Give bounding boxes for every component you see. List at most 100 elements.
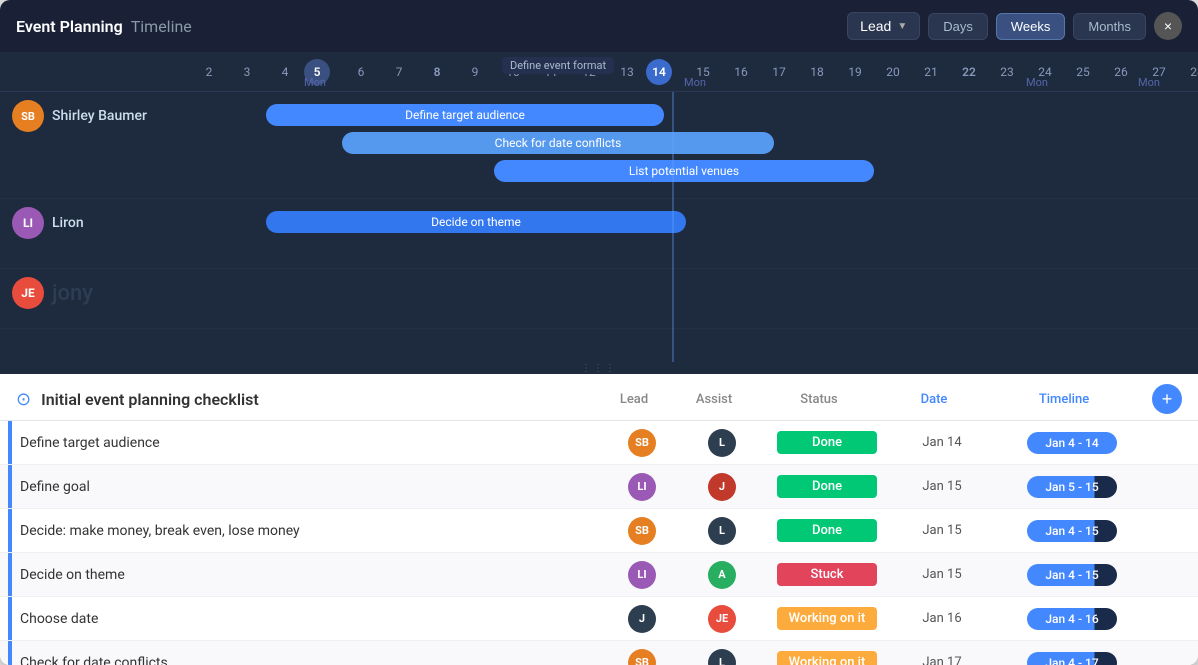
status-badge: Working on it: [777, 651, 878, 665]
lead-avatar[interactable]: SB: [628, 649, 656, 665]
task-timeline-cell[interactable]: Jan 4 - 17: [992, 652, 1152, 665]
task-name: Decide: make money, break even, lose mon…: [20, 523, 602, 539]
timeline-chip: Jan 4 - 15: [1027, 520, 1117, 542]
lead-avatar[interactable]: J: [628, 605, 656, 633]
bar-list-venues[interactable]: List potential venues: [494, 160, 874, 182]
assist-avatar[interactable]: L: [708, 429, 736, 457]
mon-label-3: Mon: [1026, 76, 1048, 89]
row-indent: [8, 553, 12, 596]
col-header-date: Date: [884, 392, 984, 407]
table-row[interactable]: Choose dateJJEWorking on itJan 16Jan 4 -…: [0, 597, 1198, 641]
person-row-liron: LI Liron Decide on theme: [0, 199, 1198, 269]
table-row[interactable]: Check for date conflicts SB L Working on it…: [0, 641, 1198, 665]
date-17: 17: [760, 65, 798, 79]
bar-decide-theme[interactable]: Decide on theme: [266, 211, 686, 233]
task-timeline-cell[interactable]: Jan 4 - 15: [992, 520, 1152, 542]
mon-label-1: Mon: [304, 76, 326, 89]
task-assist-cell: L: [682, 649, 762, 665]
task-timeline-cell[interactable]: Jan 4 - 16: [992, 608, 1152, 630]
drag-handle[interactable]: ⋮⋮⋮: [0, 362, 1198, 374]
task-lead-cell: LI: [602, 473, 682, 501]
lead-avatar[interactable]: SB: [628, 429, 656, 457]
task-status-cell[interactable]: Done: [762, 519, 892, 542]
task-status-cell[interactable]: Done: [762, 475, 892, 498]
lead-dropdown[interactable]: Lead ▼: [847, 12, 920, 40]
assist-avatar[interactable]: L: [708, 649, 736, 665]
task-assist-cell: L: [682, 429, 762, 457]
task-lead-cell: SB: [602, 649, 682, 665]
date-4: 4: [266, 65, 304, 79]
task-lead-cell: SB: [602, 517, 682, 545]
task-date-cell: Jan 17: [892, 655, 992, 665]
task-name: Check for date conflicts: [20, 655, 602, 665]
task-status-cell[interactable]: Working on it: [762, 607, 892, 630]
lead-avatar[interactable]: SB: [628, 517, 656, 545]
row-indent: [8, 597, 12, 640]
date-16: 16: [722, 65, 760, 79]
table-row[interactable]: Define target audience SB L DoneJan 14Jan 4…: [0, 421, 1198, 465]
person-info-liron: LI Liron: [0, 207, 190, 239]
table-header: ⊙ Initial event planning checklist Lead …: [0, 374, 1198, 421]
task-date-cell: Jan 14: [892, 435, 992, 450]
chevron-down-icon: ▼: [897, 21, 907, 32]
date-11: 11 Define event format: [532, 65, 570, 79]
assist-avatar[interactable]: JE: [708, 605, 736, 633]
table-row[interactable]: Define goalLIJDoneJan 15Jan 5 - 15: [0, 465, 1198, 509]
top-bar: Event Planning Timeline Lead ▼ Days Week…: [0, 0, 1198, 52]
weeks-button[interactable]: Weeks: [996, 13, 1066, 40]
task-name: Define target audience: [20, 435, 602, 451]
task-timeline-cell[interactable]: Jan 4 - 15: [992, 564, 1152, 586]
task-name: Decide on theme: [20, 567, 602, 583]
row-indent: [8, 421, 12, 464]
row-indent: [8, 465, 12, 508]
task-status-cell[interactable]: Stuck: [762, 563, 892, 586]
lead-label: Lead: [860, 18, 891, 34]
table-row[interactable]: Decide: make money, break even, lose mon…: [0, 509, 1198, 553]
tooltip-define-event: Define event format: [502, 57, 614, 74]
task-assist-cell: JE: [682, 605, 762, 633]
assist-avatar[interactable]: A: [708, 561, 736, 589]
avatar-shirley: SB: [12, 100, 44, 132]
task-status-cell[interactable]: Working on it: [762, 651, 892, 665]
table-row[interactable]: Decide on themeLIAStuckJan 15Jan 4 - 15: [0, 553, 1198, 597]
date-14-today: 14: [646, 59, 672, 85]
person-name-jessica: jony: [52, 281, 93, 306]
bar-define-target[interactable]: Define target audience: [266, 104, 664, 126]
assist-avatar[interactable]: J: [708, 473, 736, 501]
col-header-assist: Assist: [674, 392, 754, 407]
task-assist-cell: L: [682, 517, 762, 545]
mon-label-4: Mon: [1138, 76, 1160, 89]
task-status-cell[interactable]: Done: [762, 431, 892, 454]
top-bar-actions: Lead ▼ Days Weeks Months ×: [847, 12, 1182, 40]
task-lead-cell: J: [602, 605, 682, 633]
liron-bars: Decide on theme: [190, 207, 1198, 257]
shirley-bars: Define target audience Check for date co…: [190, 100, 1198, 190]
assist-avatar[interactable]: L: [708, 517, 736, 545]
lead-avatar[interactable]: LI: [628, 473, 656, 501]
mon-label-2: Mon: [684, 76, 706, 89]
add-column-button[interactable]: +: [1152, 384, 1182, 414]
row-indent: [8, 641, 12, 665]
app-title: Event Planning: [16, 17, 123, 36]
person-name-liron: Liron: [52, 215, 84, 231]
date-20: 20: [874, 65, 912, 79]
date-22: 22: [950, 65, 988, 79]
lead-avatar[interactable]: LI: [628, 561, 656, 589]
task-lead-cell: LI: [602, 561, 682, 589]
task-timeline-cell[interactable]: Jan 5 - 15: [992, 476, 1152, 498]
section-toggle[interactable]: ⊙: [16, 389, 31, 410]
date-18: 18: [798, 65, 836, 79]
task-timeline-cell[interactable]: Jan 4 - 14: [992, 432, 1152, 454]
person-info-jessica: JE jony: [0, 277, 190, 309]
days-button[interactable]: Days: [928, 13, 988, 40]
months-button[interactable]: Months: [1073, 13, 1146, 40]
timeline-chip: Jan 4 - 17: [1027, 652, 1117, 665]
bar-check-date[interactable]: Check for date conflicts: [342, 132, 774, 154]
avatar-jessica: JE: [12, 277, 44, 309]
close-button[interactable]: ×: [1154, 12, 1182, 40]
date-3: 3: [228, 65, 266, 79]
date-26: 26: [1102, 65, 1140, 79]
drag-dots-icon: ⋮⋮⋮: [581, 363, 617, 374]
date-25: 25: [1064, 65, 1102, 79]
date-8: 8: [418, 65, 456, 79]
